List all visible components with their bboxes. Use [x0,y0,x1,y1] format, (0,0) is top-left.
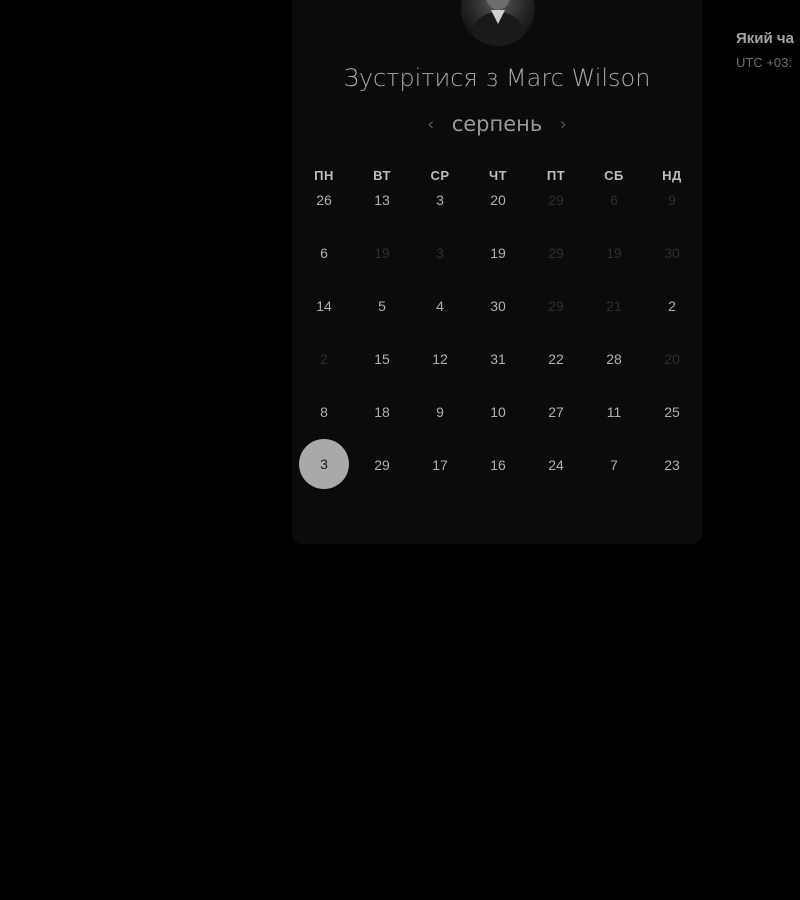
calendar-day[interactable]: 12 [415,334,465,384]
calendar-day[interactable]: 20 [473,175,523,225]
calendar-day[interactable]: 19 [473,228,523,278]
calendar-day[interactable]: 23 [647,440,697,490]
timezone-title: Який ча [736,30,794,47]
calendar-day[interactable]: 11 [589,387,639,437]
calendar-day[interactable]: 7 [589,440,639,490]
calendar-day[interactable]: 16 [473,440,523,490]
timezone-value[interactable]: UTC +03: [736,55,792,70]
calendar-day[interactable]: 15 [357,334,407,384]
booking-page: Зустрітися з Marc Wilson ‹ серпень › ПН … [0,0,800,900]
calendar-day: 29 [548,245,564,261]
calendar-day[interactable]: 30 [473,281,523,331]
calendar-day[interactable]: 17 [415,440,465,490]
calendar-day[interactable]: 3 [415,175,465,225]
calendar-day[interactable]: 27 [531,387,581,437]
calendar-day: 19 [606,245,622,261]
calendar-day[interactable]: 13 [357,175,407,225]
calendar-day[interactable]: 25 [647,387,697,437]
calendar-day: 20 [664,351,680,367]
calendar-day[interactable]: 28 [589,334,639,384]
calendar-day[interactable]: 24 [531,440,581,490]
calendar-day[interactable]: 14 [299,281,349,331]
calendar-day: 29 [548,298,564,314]
calendar-day[interactable]: 10 [473,387,523,437]
calendar-day: 3 [436,245,444,261]
calendar-day[interactable]: 8 [299,387,349,437]
calendar-day: 6 [610,192,618,208]
calendar-day[interactable]: 6 [299,228,349,278]
calendar-day: 19 [374,245,390,261]
calendar-day: 21 [606,298,622,314]
calendar-day[interactable]: 4 [415,281,465,331]
calendar-day-selected[interactable]: 3 [299,439,349,489]
calendar-day[interactable]: 2 [647,281,697,331]
calendar-day[interactable]: 22 [531,334,581,384]
calendar-day[interactable]: 29 [357,440,407,490]
calendar-day: 2 [320,351,328,367]
calendar-day: 29 [548,192,564,208]
calendar-day: 9 [668,192,676,208]
calendar-day[interactable]: 18 [357,387,407,437]
calendar-day[interactable]: 5 [357,281,407,331]
calendar-day[interactable]: 31 [473,334,523,384]
calendar-day[interactable]: 26 [299,175,349,225]
calendar-grid: 26 13 3 20 29 6 9 6 19 3 19 29 19 30 14 5 4 30 29 21 2 2 15 12 3… [0,0,800,900]
calendar-day[interactable]: 9 [415,387,465,437]
calendar-day: 30 [664,245,680,261]
